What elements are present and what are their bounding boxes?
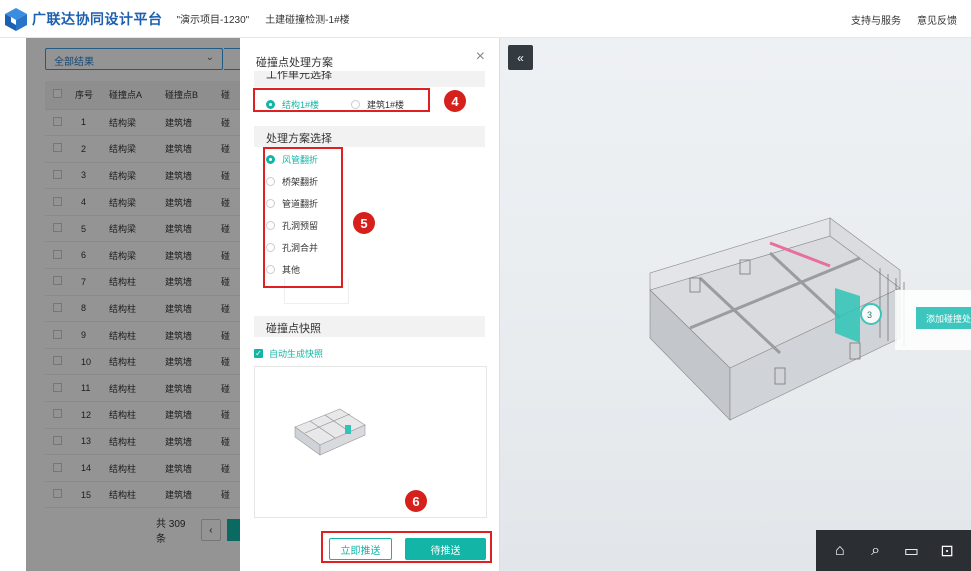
section-icon[interactable]: ⊡	[935, 541, 959, 561]
section-work-unit: 工作单元选择	[254, 71, 485, 87]
snapshot-preview	[254, 366, 487, 518]
snapshot-image	[294, 408, 366, 456]
annotation-badge-6: 6	[405, 490, 427, 512]
viewer-toolbar: ⌂ ⌕ ▭ ⊡	[816, 530, 971, 571]
section-work-unit-label: 工作单元选择	[266, 71, 332, 81]
top-bar: 广联达协同设计平台 "演示项目-1230" 土建碰撞检测-1#楼 支持与服务 意…	[0, 0, 971, 38]
measure-icon[interactable]: ▭	[899, 541, 923, 561]
section-snapshot-label: 碰撞点快照	[266, 323, 321, 335]
logo[interactable]: 广联达协同设计平台	[2, 5, 163, 33]
modal-overlay[interactable]	[26, 38, 240, 571]
add-collision-button[interactable]: 添加碰撞处理	[916, 307, 971, 329]
cube-logo-icon	[5, 7, 27, 31]
annotation-badge-5: 5	[353, 212, 375, 234]
annotation-badge-4: 4	[444, 90, 466, 112]
auto-snapshot-label: 自动生成快照	[269, 349, 324, 359]
feedback-link[interactable]: 意见反馈	[917, 12, 957, 27]
annotation-box-work-unit	[253, 88, 430, 112]
home-icon[interactable]: ⌂	[828, 542, 852, 560]
zoom-window-icon[interactable]: ⌕	[864, 542, 888, 560]
task-name: 土建碰撞检测-1#楼	[265, 15, 350, 26]
close-icon[interactable]: ×	[476, 48, 485, 66]
brand-name: 广联达协同设计平台	[32, 10, 163, 27]
section-snapshot: 碰撞点快照	[254, 316, 485, 337]
support-link[interactable]: 支持与服务	[851, 12, 901, 27]
auto-snapshot-checkbox[interactable]: ✓ 自动生成快照	[254, 347, 323, 360]
process-plan-panel: 碰撞点处理方案 × 工作单元选择 结构1#楼 建筑1#楼 处理方案选择 风管翻折…	[240, 38, 500, 571]
project-name[interactable]: "演示项目-1230"	[177, 11, 250, 26]
panel-title: 碰撞点处理方案	[256, 57, 333, 69]
collision-marker[interactable]: 3	[867, 310, 872, 320]
check-icon: ✓	[254, 349, 263, 358]
section-plan-label: 处理方案选择	[266, 133, 332, 145]
annotation-box-buttons	[321, 531, 492, 563]
annotation-box-plan	[263, 147, 343, 288]
section-plan: 处理方案选择	[254, 126, 485, 147]
